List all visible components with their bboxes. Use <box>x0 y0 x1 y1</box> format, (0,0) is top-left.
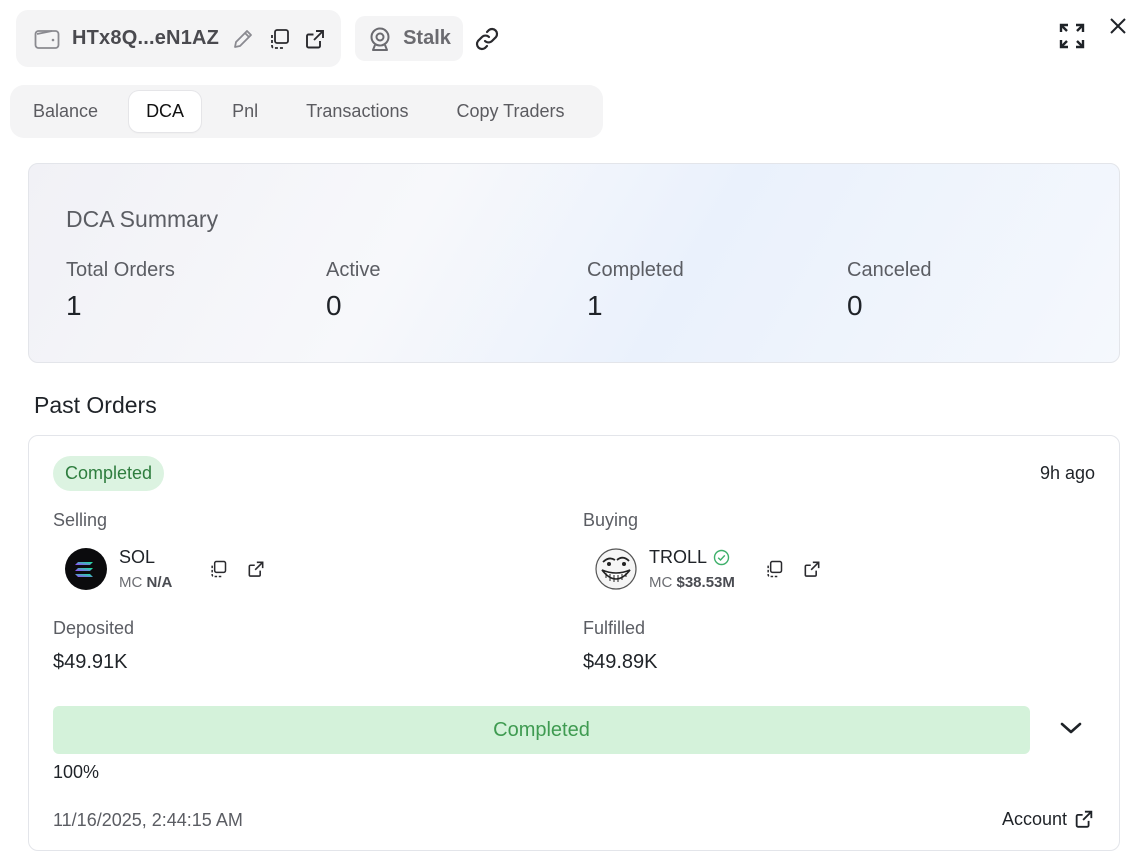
stat-value: 1 <box>66 290 82 321</box>
troll-face-logo-icon <box>595 548 637 590</box>
close-icon[interactable] <box>1108 16 1128 36</box>
token-symbol-text: SOL <box>119 547 156 567</box>
stat-value: 0 <box>326 290 342 321</box>
stat-label: Completed <box>587 259 684 281</box>
token-symbol-text: TROLL <box>649 547 708 567</box>
tab-transactions[interactable]: Transactions <box>289 91 425 132</box>
wallet-pill: HTx8Q...eN1AZ <box>16 10 342 67</box>
wallet-header: HTx8Q...eN1AZ Stalk <box>16 10 501 67</box>
tab-dca[interactable]: DCA <box>129 91 202 132</box>
token-symbol: SOL <box>119 547 172 568</box>
external-link-icon[interactable] <box>303 27 327 51</box>
time-ago: 9h ago <box>1039 463 1095 483</box>
progress-bar: Completed <box>53 706 1030 754</box>
copy-icon[interactable] <box>208 559 228 579</box>
tab-pnl[interactable]: Pnl <box>215 91 275 132</box>
solana-logo-icon <box>65 548 107 590</box>
mc-label: MC <box>649 574 673 591</box>
summary-title: DCA Summary <box>66 206 219 232</box>
copy-icon[interactable] <box>764 559 784 579</box>
external-link-icon <box>1073 808 1095 830</box>
external-link-icon[interactable] <box>246 559 266 579</box>
fulfilled-value: $49.89K <box>583 651 658 673</box>
mc-label: MC <box>119 574 143 591</box>
stat-canceled: Canceled 0 <box>847 259 932 322</box>
stat-label: Total Orders <box>66 259 175 281</box>
stat-active: Active 0 <box>326 259 380 322</box>
token-info: SOL MC N/A <box>119 547 172 591</box>
selling-token: SOL MC N/A <box>65 547 172 591</box>
copy-icon[interactable] <box>267 27 291 51</box>
edit-pencil-icon[interactable] <box>231 27 255 51</box>
token-market-cap: MC $38.53M <box>649 574 735 591</box>
order-card: Completed 9h ago Selling SOL MC N/A Buyi… <box>28 435 1120 851</box>
stalk-button[interactable]: Stalk <box>355 16 463 61</box>
mc-value: N/A <box>146 574 173 591</box>
link-icon[interactable] <box>473 25 501 53</box>
tab-bar: Balance DCA Pnl Transactions Copy Trader… <box>10 85 603 138</box>
progress-percent: 100% <box>53 762 100 782</box>
wallet-address: HTx8Q...eN1AZ <box>72 27 220 49</box>
dca-summary-card: DCA Summary Total Orders 1 Active 0 Comp… <box>28 163 1120 363</box>
window-controls <box>1058 16 1128 50</box>
progress-label: Completed <box>493 718 590 741</box>
mc-value: $38.53M <box>676 574 735 591</box>
chevron-down-icon[interactable] <box>1059 720 1083 736</box>
wallet-icon <box>34 28 60 50</box>
selling-label: Selling <box>53 510 108 530</box>
stat-value: 0 <box>847 290 863 321</box>
webcam-icon <box>367 26 393 52</box>
deposited-label: Deposited <box>53 618 135 638</box>
fulfilled-label: Fulfilled <box>583 618 646 638</box>
buying-label: Buying <box>583 510 639 530</box>
stat-label: Canceled <box>847 259 932 281</box>
stat-value: 1 <box>587 290 603 321</box>
buying-token-actions <box>764 559 822 579</box>
tab-balance[interactable]: Balance <box>16 91 115 132</box>
account-link-label: Account <box>1001 808 1067 829</box>
order-timestamp: 11/16/2025, 2:44:15 AM <box>53 810 243 830</box>
stalk-label: Stalk <box>403 27 451 49</box>
stat-completed: Completed 1 <box>587 259 684 322</box>
deposited-value: $49.91K <box>53 651 128 673</box>
stat-label: Active <box>326 259 381 281</box>
verified-check-icon <box>713 549 730 566</box>
tab-copy-traders[interactable]: Copy Traders <box>439 91 581 132</box>
fullscreen-icon[interactable] <box>1058 22 1086 50</box>
token-info: TROLL MC $38.53M <box>649 547 735 591</box>
stat-total-orders: Total Orders 1 <box>66 259 175 322</box>
account-link[interactable]: Account <box>1002 808 1095 830</box>
token-market-cap: MC N/A <box>119 574 172 591</box>
past-orders-title: Past Orders <box>34 392 157 418</box>
status-badge: Completed <box>53 456 165 491</box>
buying-token: TROLL MC $38.53M <box>595 547 735 591</box>
external-link-icon[interactable] <box>802 559 822 579</box>
selling-token-actions <box>208 559 266 579</box>
token-symbol: TROLL <box>649 547 735 568</box>
